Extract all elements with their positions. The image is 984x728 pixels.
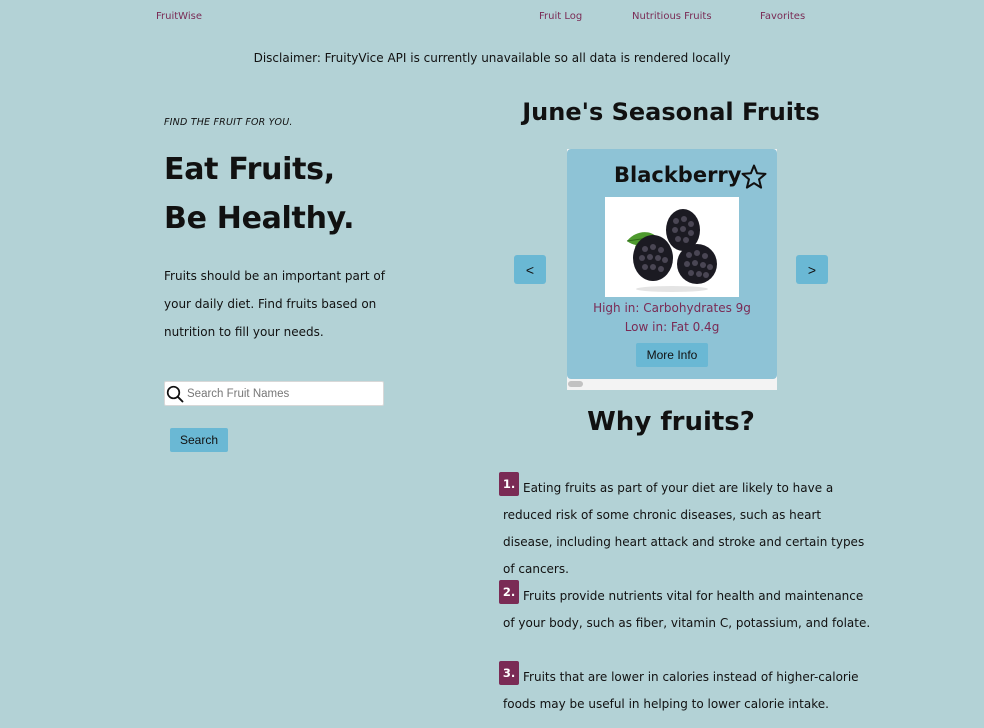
carousel-prev-button[interactable]: < xyxy=(514,255,546,284)
brand-link[interactable]: FruitWise xyxy=(156,11,202,22)
carousel-scrollbar[interactable] xyxy=(568,381,583,387)
headline-line-2: Be Healthy. xyxy=(164,201,355,236)
tagline: FIND THE FRUIT FOR YOU. xyxy=(164,117,293,128)
disclaimer: Disclaimer: FruityVice API is currently … xyxy=(253,51,731,65)
nav-link-nutritious-fruits[interactable]: Nutritious Fruits xyxy=(632,11,712,22)
search-input[interactable] xyxy=(187,383,379,404)
intro-text: Fruits should be an important part of yo… xyxy=(164,269,385,339)
reason-number-badge: 3. xyxy=(499,661,519,685)
nutrition-low: Low in: Fat 0.4g xyxy=(624,320,720,334)
reason-number-badge: 1. xyxy=(499,472,519,496)
blackberry-image xyxy=(605,197,739,297)
why-fruits-title: Why fruits? xyxy=(587,407,755,437)
fruit-name: Blackberry xyxy=(614,163,742,187)
nutrition-high: High in: Carbohydrates 9g xyxy=(593,301,751,315)
nav-link-favorites[interactable]: Favorites xyxy=(760,11,805,22)
search-icon xyxy=(166,385,184,403)
reason-text: Eating fruits as part of your diet are l… xyxy=(503,481,865,576)
page: FruitWise Fruit Log Nutritious Fruits Fa… xyxy=(0,0,984,728)
nav-link-fruit-log[interactable]: Fruit Log xyxy=(539,11,582,22)
headline-line-1: Eat Fruits, xyxy=(164,152,335,187)
search-box xyxy=(164,381,384,406)
seasonal-title: June's Seasonal Fruits xyxy=(522,98,820,126)
favorite-star-icon[interactable] xyxy=(740,163,768,191)
reason-text: Fruits that are lower in calories instea… xyxy=(503,670,859,711)
fruit-carousel[interactable]: Blackberry High in: Carbohydrates 9g Low… xyxy=(567,149,777,390)
fruit-card: Blackberry High in: Carbohydrates 9g Low… xyxy=(567,149,777,379)
reason-text: Fruits provide nutrients vital for healt… xyxy=(503,589,871,630)
reason-number-badge: 2. xyxy=(499,580,519,604)
carousel-next-button[interactable]: > xyxy=(796,255,828,284)
more-info-button[interactable]: More Info xyxy=(636,343,708,367)
search-button[interactable]: Search xyxy=(170,428,228,452)
